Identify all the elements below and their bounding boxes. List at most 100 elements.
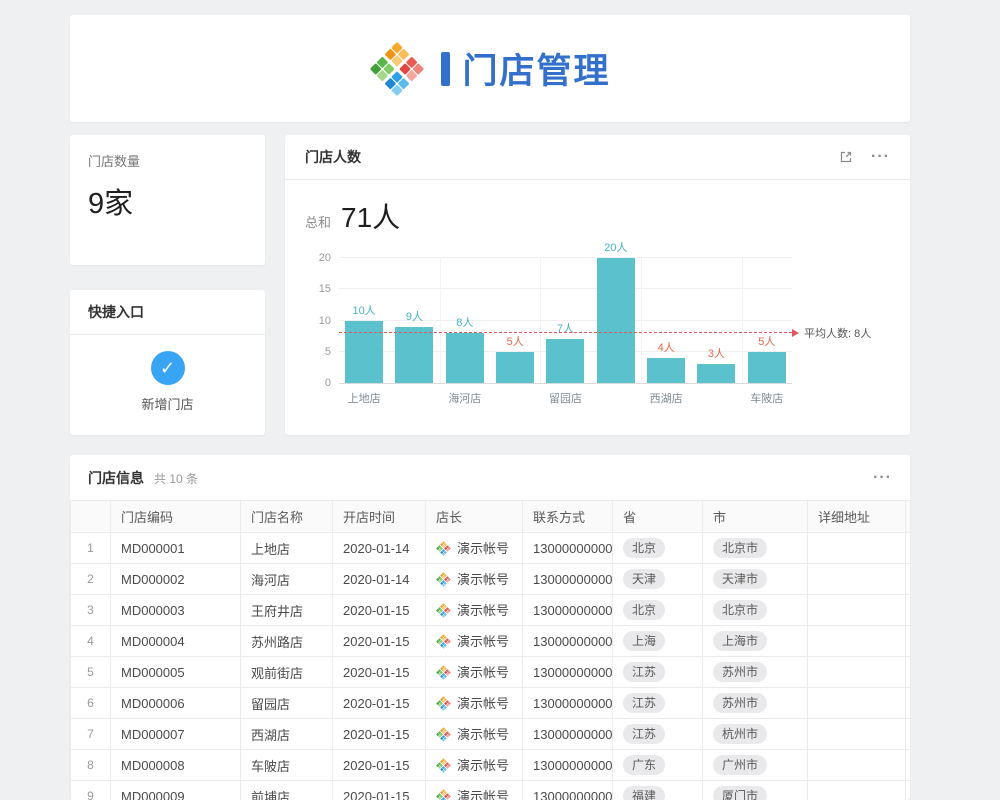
bar-9[interactable] xyxy=(748,352,786,383)
store-info-card-header: 门店信息 共 10 条 ··· xyxy=(70,455,910,500)
manager-avatar-icon xyxy=(436,727,451,745)
cell-city: 上海市 xyxy=(703,626,808,657)
bar-7[interactable] xyxy=(647,358,685,383)
cell-open-date: 2020-01-15 xyxy=(333,595,426,626)
table-row[interactable]: 8MD000008车陂店2020-01-15演示帐号13000000000广东广… xyxy=(71,750,911,781)
table-row[interactable]: 4MD000004苏州路店2020-01-15演示帐号13000000000上海… xyxy=(71,626,911,657)
column-header-blank xyxy=(71,501,111,533)
bar-value-label: 10人 xyxy=(353,302,376,318)
table-row[interactable]: 3MD000003王府井店2020-01-15演示帐号13000000000北京… xyxy=(71,595,911,626)
cell-province: 上海 xyxy=(613,626,703,657)
column-header-6: 省 xyxy=(613,501,703,533)
manager-avatar-icon xyxy=(436,634,451,652)
app-title: 门店管理 xyxy=(462,43,610,94)
cell-phone: 13000000000 xyxy=(523,595,613,626)
cell-manager: 演示帐号 xyxy=(426,719,523,750)
bar-2[interactable] xyxy=(395,327,433,383)
cell-address xyxy=(808,719,906,750)
manager-avatar-icon xyxy=(436,541,451,559)
bar-4[interactable] xyxy=(496,352,534,383)
manager-name: 演示帐号 xyxy=(457,603,509,618)
cell-open-date: 2020-01-15 xyxy=(333,781,426,800)
manager-avatar-icon xyxy=(436,789,451,800)
cell-address xyxy=(808,626,906,657)
table-row[interactable]: 2MD000002海河店2020-01-14演示帐号13000000000天津天… xyxy=(71,564,911,595)
bar-slot: 3人 xyxy=(691,258,741,383)
store-table: 门店编码门店名称开店时间店长联系方式省市详细地址1MD000001上地店2020… xyxy=(70,500,910,800)
cell-city: 苏州市 xyxy=(703,688,808,719)
bar-value-label: 5人 xyxy=(507,333,524,349)
cell-phone: 13000000000 xyxy=(523,533,613,564)
y-axis-tick-label: 0 xyxy=(325,377,331,389)
cell-address xyxy=(808,657,906,688)
cell-store-name: 西湖店 xyxy=(241,719,333,750)
table-more-menu-icon[interactable]: ··· xyxy=(873,470,892,486)
headcount-total: 总和 71人 xyxy=(285,180,910,236)
headcount-card: 门店人数 ··· 总和 71人 0510152010人上地店9人8人海河店5人7… xyxy=(285,135,910,435)
cell-extra xyxy=(906,719,911,750)
row-index: 8 xyxy=(71,750,111,781)
total-value: 71人 xyxy=(341,196,400,236)
expand-icon[interactable] xyxy=(839,150,853,164)
cell-address xyxy=(808,750,906,781)
title-accent-bar xyxy=(441,52,450,86)
cell-city: 北京市 xyxy=(703,595,808,626)
bar-value-label: 3人 xyxy=(708,345,725,361)
bar-6[interactable] xyxy=(597,258,635,383)
cell-open-date: 2020-01-14 xyxy=(333,564,426,595)
more-menu-icon[interactable]: ··· xyxy=(871,149,890,165)
average-line-arrow-icon xyxy=(792,329,799,337)
manager-name: 演示帐号 xyxy=(457,665,509,680)
average-line: 平均人数: 8人 xyxy=(339,332,792,333)
quick-entry-new-store[interactable]: ✓ 新增门店 xyxy=(70,335,265,413)
province-tag: 北京 xyxy=(623,538,665,558)
cell-address xyxy=(808,564,906,595)
cell-province: 江苏 xyxy=(613,657,703,688)
province-tag: 北京 xyxy=(623,600,665,620)
cell-store-code: MD000004 xyxy=(111,626,241,657)
cell-extra xyxy=(906,657,911,688)
table-row[interactable]: 9MD000009前埔店2020-01-15演示帐号13000000000福建厦… xyxy=(71,781,911,800)
y-axis-tick-label: 5 xyxy=(325,346,331,358)
x-axis-tick-label: 西湖店 xyxy=(650,390,683,406)
manager-name: 演示帐号 xyxy=(457,696,509,711)
city-tag: 上海市 xyxy=(713,631,767,651)
table-row[interactable]: 5MD000005观前街店2020-01-15演示帐号13000000000江苏… xyxy=(71,657,911,688)
cell-store-code: MD000001 xyxy=(111,533,241,564)
table-row[interactable]: 7MD000007西湖店2020-01-15演示帐号13000000000江苏杭… xyxy=(71,719,911,750)
cell-phone: 13000000000 xyxy=(523,688,613,719)
cell-extra xyxy=(906,626,911,657)
bar-5[interactable] xyxy=(546,339,584,383)
bar-slot: 9人 xyxy=(389,258,439,383)
city-tag: 苏州市 xyxy=(713,662,767,682)
cell-manager: 演示帐号 xyxy=(426,781,523,800)
cell-extra xyxy=(906,781,911,800)
cell-manager: 演示帐号 xyxy=(426,564,523,595)
province-tag: 广东 xyxy=(623,755,665,775)
cell-manager: 演示帐号 xyxy=(426,595,523,626)
table-row[interactable]: 1MD000001上地店2020-01-14演示帐号13000000000北京北… xyxy=(71,533,911,564)
cell-address xyxy=(808,595,906,626)
table-row[interactable]: 6MD000006留园店2020-01-15演示帐号13000000000江苏苏… xyxy=(71,688,911,719)
bar-3[interactable] xyxy=(446,333,484,383)
cell-store-name: 上地店 xyxy=(241,533,333,564)
bar-slot: 7人留园店 xyxy=(540,258,590,383)
row-index: 3 xyxy=(71,595,111,626)
manager-avatar-icon xyxy=(436,603,451,621)
check-circle-icon[interactable]: ✓ xyxy=(151,351,185,385)
column-header-5: 联系方式 xyxy=(523,501,613,533)
bar-1[interactable] xyxy=(345,321,383,384)
cell-extra xyxy=(906,688,911,719)
manager-avatar-icon xyxy=(436,665,451,683)
cell-store-name: 前埔店 xyxy=(241,781,333,800)
cell-manager: 演示帐号 xyxy=(426,688,523,719)
cell-open-date: 2020-01-15 xyxy=(333,750,426,781)
bar-8[interactable] xyxy=(697,364,735,383)
cell-province: 北京 xyxy=(613,533,703,564)
city-tag: 北京市 xyxy=(713,600,767,620)
cell-open-date: 2020-01-14 xyxy=(333,533,426,564)
bar-value-label: 7人 xyxy=(557,320,574,336)
row-index: 2 xyxy=(71,564,111,595)
bars-container: 10人上地店9人8人海河店5人7人留园店20人4人西湖店3人5人车陂店 xyxy=(339,258,792,383)
column-header-4: 店长 xyxy=(426,501,523,533)
